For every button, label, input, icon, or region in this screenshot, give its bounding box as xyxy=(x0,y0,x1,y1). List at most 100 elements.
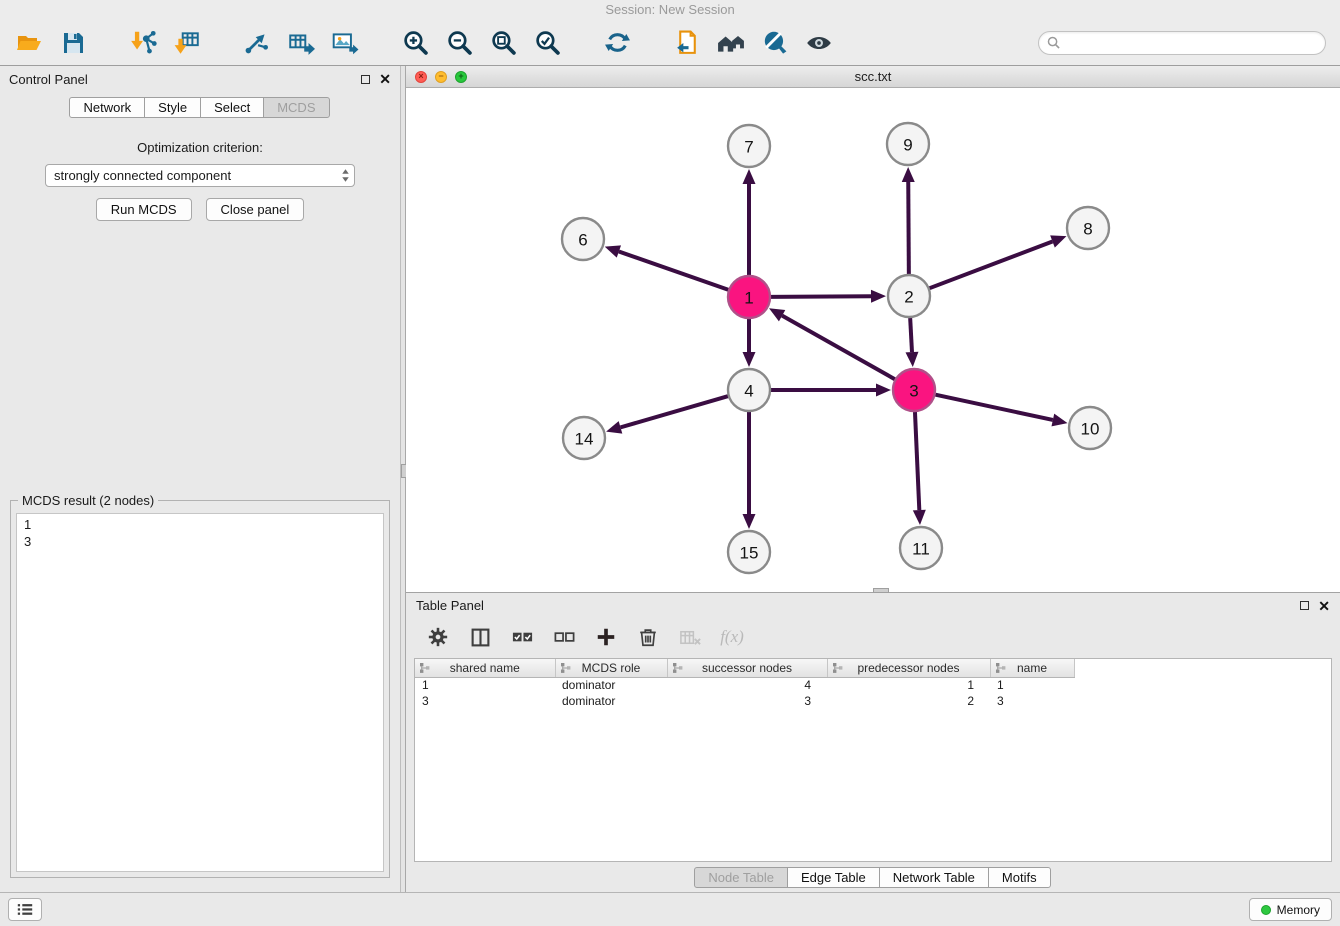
export-table-button[interactable] xyxy=(286,27,316,59)
graph-node-label: 9 xyxy=(903,136,912,155)
criterion-select[interactable]: strongly connected component xyxy=(45,164,355,187)
select-all-button[interactable] xyxy=(510,625,534,649)
node-table-row[interactable]: 1dominator411 xyxy=(415,677,1074,693)
select-all-icon xyxy=(511,626,534,649)
graph-node-label: 15 xyxy=(740,544,759,563)
graph-edge-arrowhead xyxy=(876,384,891,397)
graph-edge-2-9[interactable] xyxy=(908,182,909,274)
cell-successor-nodes[interactable]: 4 xyxy=(667,677,827,693)
refresh-button[interactable] xyxy=(602,27,632,59)
memory-button[interactable]: Memory xyxy=(1249,898,1332,921)
close-table-panel-icon[interactable]: ✕ xyxy=(1318,599,1330,613)
quick-search[interactable] xyxy=(1038,31,1326,55)
style-tool-button[interactable] xyxy=(760,27,790,59)
cell-name[interactable]: 1 xyxy=(990,677,1074,693)
gear-icon xyxy=(427,626,449,648)
graph-edge-1-2[interactable] xyxy=(771,296,871,297)
ndex-button[interactable] xyxy=(716,27,746,59)
graph-edge-2-3[interactable] xyxy=(910,318,912,352)
graph-edge-arrowhead xyxy=(606,421,622,433)
graph-edge-arrowhead xyxy=(1051,414,1067,427)
tab-network[interactable]: Network xyxy=(69,97,145,118)
zoom-in-icon xyxy=(402,29,429,56)
table-panel: Table Panel ✕ xyxy=(406,593,1340,892)
graph-edge-3-11[interactable] xyxy=(915,412,919,510)
table-settings-button[interactable] xyxy=(426,625,450,649)
tab-edge-table[interactable]: Edge Table xyxy=(787,867,880,888)
column-header-mcds-role[interactable]: MCDS role xyxy=(555,659,667,677)
control-panel-tabs: Network Style Select MCDS xyxy=(0,97,400,118)
tab-motifs[interactable]: Motifs xyxy=(988,867,1051,888)
zoom-out-button[interactable] xyxy=(444,27,474,59)
close-panel-button[interactable]: Close panel xyxy=(206,198,305,221)
minimize-window-button[interactable]: − xyxy=(435,71,447,83)
cell-shared-name[interactable]: 1 xyxy=(415,677,555,693)
column-type-icon xyxy=(560,662,572,677)
mcds-result-line: 1 xyxy=(24,516,376,533)
zoom-fit-button[interactable] xyxy=(488,27,518,59)
graph-edge-1-6[interactable] xyxy=(619,252,728,290)
window-title: Session: New Session xyxy=(605,2,734,17)
mcds-result-box[interactable]: 1 3 xyxy=(16,513,384,872)
close-window-button[interactable]: × xyxy=(415,71,427,83)
network-graph[interactable]: 7968124314101511 xyxy=(406,88,1340,592)
graph-edge-arrowhead xyxy=(1050,235,1066,247)
column-header-successor-nodes[interactable]: successor nodes xyxy=(667,659,827,677)
export-image-button[interactable] xyxy=(330,27,360,59)
float-panel-icon[interactable] xyxy=(361,75,370,84)
zoom-window-button[interactable]: + xyxy=(455,71,467,83)
column-header-predecessor-nodes[interactable]: predecessor nodes xyxy=(827,659,990,677)
node-table-row[interactable]: 3dominator323 xyxy=(415,693,1074,709)
show-columns-button[interactable] xyxy=(468,625,492,649)
cell-shared-name[interactable]: 3 xyxy=(415,693,555,709)
open-session-button[interactable] xyxy=(14,27,44,59)
graph-edge-arrowhead xyxy=(913,510,926,525)
cell-name[interactable]: 3 xyxy=(990,693,1074,709)
fx-icon: f(x) xyxy=(720,627,744,647)
memory-status-icon xyxy=(1261,905,1271,915)
cell-predecessor-nodes[interactable]: 2 xyxy=(827,693,990,709)
import-table-button[interactable] xyxy=(172,27,202,59)
run-mcds-button[interactable]: Run MCDS xyxy=(96,198,192,221)
graph-edge-arrowhead xyxy=(743,352,756,367)
delete-column-button-disabled xyxy=(678,625,702,649)
search-input[interactable] xyxy=(1065,35,1317,50)
show-hide-button[interactable] xyxy=(804,27,834,59)
close-panel-icon[interactable]: ✕ xyxy=(379,72,391,86)
task-history-button[interactable] xyxy=(8,898,42,921)
column-header-shared-name[interactable]: shared name xyxy=(415,659,555,677)
zoom-selected-button[interactable] xyxy=(532,27,562,59)
graph-edge-4-14[interactable] xyxy=(620,396,727,427)
import-network-button[interactable] xyxy=(128,27,158,59)
tab-select[interactable]: Select xyxy=(200,97,264,118)
graph-node-label: 10 xyxy=(1081,420,1100,439)
graph-edge-3-10[interactable] xyxy=(936,395,1053,420)
save-session-button[interactable] xyxy=(58,27,88,59)
cell-mcds-role[interactable]: dominator xyxy=(555,677,667,693)
network-canvas[interactable]: 7968124314101511 xyxy=(406,88,1340,592)
cell-predecessor-nodes[interactable]: 1 xyxy=(827,677,990,693)
tab-mcds[interactable]: MCDS xyxy=(263,97,329,118)
node-table-container[interactable]: shared name MCDS role successor nodes pr… xyxy=(414,658,1332,862)
control-panel-title: Control Panel xyxy=(9,72,88,87)
tab-network-table[interactable]: Network Table xyxy=(879,867,989,888)
duplicate-network-button[interactable] xyxy=(672,27,702,59)
zoom-in-button[interactable] xyxy=(400,27,430,59)
cell-successor-nodes[interactable]: 3 xyxy=(667,693,827,709)
graph-edge-arrowhead xyxy=(743,169,756,184)
delete-button[interactable] xyxy=(636,625,660,649)
graph-edge-2-8[interactable] xyxy=(930,241,1053,288)
tab-node-table[interactable]: Node Table xyxy=(694,867,788,888)
node-table-header-row: shared name MCDS role successor nodes pr… xyxy=(415,659,1074,677)
add-column-button[interactable] xyxy=(594,625,618,649)
float-table-panel-icon[interactable] xyxy=(1300,601,1309,610)
import-network-icon xyxy=(129,29,157,57)
graph-edge-3-1[interactable] xyxy=(782,316,895,380)
deselect-all-button[interactable] xyxy=(552,625,576,649)
share-network-button[interactable] xyxy=(242,27,272,59)
cell-mcds-role[interactable]: dominator xyxy=(555,693,667,709)
houses-icon xyxy=(717,29,745,57)
column-header-name[interactable]: name xyxy=(990,659,1074,677)
tab-style[interactable]: Style xyxy=(144,97,201,118)
optimization-criterion-label: Optimization criterion: xyxy=(0,140,400,155)
